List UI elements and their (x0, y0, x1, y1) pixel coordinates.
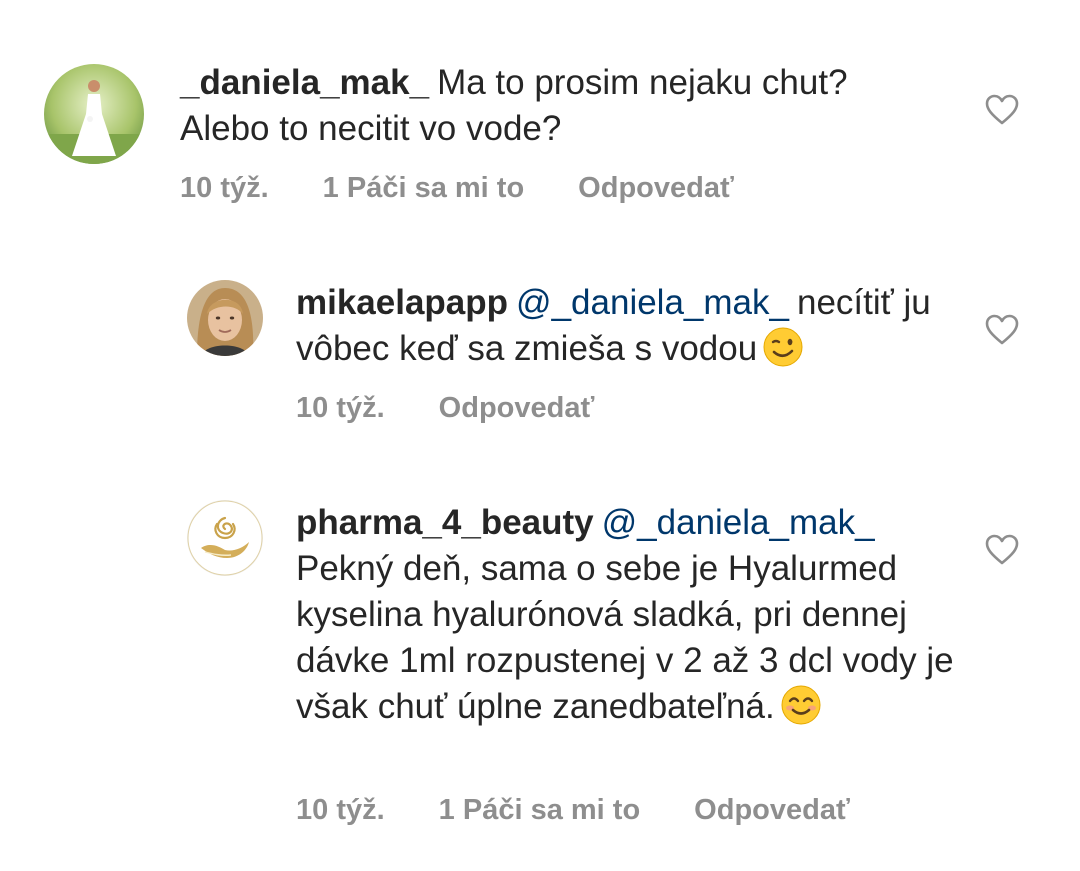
comment-username[interactable]: pharma_4_beauty (296, 503, 594, 542)
reply-button[interactable]: Odpovedať (578, 170, 734, 206)
comment-item: pharma_4_beauty @_daniela_mak_ Pekný deň, … (0, 460, 1080, 871)
reply-button[interactable]: Odpovedať (694, 792, 850, 828)
gold-rose-hand-logo-icon (187, 500, 263, 576)
comment-username[interactable]: mikaelapapp (296, 283, 508, 322)
heart-icon[interactable] (985, 94, 1019, 126)
winking-face-emoji-icon (763, 327, 803, 367)
comment-timestamp: 10 týž. (180, 172, 269, 204)
comment-likes-count[interactable]: 1 Páči sa mi to (439, 792, 641, 828)
comment-text: mikaelapapp @_daniela_mak_ necítiť ju vôbe… (296, 280, 956, 372)
comment-username[interactable]: _daniela_mak_ (180, 63, 429, 102)
comment-text: _daniela_mak_ Ma to prosim nejaku chut? A… (180, 60, 940, 152)
comment-meta: 10 týž. 1 Páči sa mi to Odpovedať (296, 792, 904, 828)
heart-icon[interactable] (985, 534, 1019, 566)
comment-meta: 10 týž. 1 Páči sa mi to Odpovedať (180, 170, 788, 206)
comment-timestamp: 10 týž. (296, 392, 385, 424)
avatar[interactable] (187, 500, 263, 576)
woman-portrait-avatar-icon (187, 280, 263, 356)
comment-mention[interactable]: @_daniela_mak_ (516, 283, 789, 322)
comment-item: _daniela_mak_ Ma to prosim nejaku chut? A… (0, 0, 1080, 230)
avatar[interactable] (44, 64, 144, 164)
comment-body: Pekný deň, sama o sebe je Hyalurmed kyse… (296, 549, 954, 726)
comment-likes-count[interactable]: 1 Páči sa mi to (323, 170, 525, 206)
comment-mention[interactable]: @_daniela_mak_ (602, 503, 875, 542)
reply-button[interactable]: Odpovedať (439, 390, 595, 426)
comment-meta: 10 týž. Odpovedať (296, 390, 648, 426)
comment-text: pharma_4_beauty @_daniela_mak_ Pekný deň, … (296, 500, 956, 730)
comment-item: mikaelapapp @_daniela_mak_ necítiť ju vôbe… (0, 230, 1080, 460)
comment-timestamp: 10 týž. (296, 794, 385, 826)
bride-photo-avatar-icon (44, 64, 144, 164)
heart-icon[interactable] (985, 314, 1019, 346)
smiling-face-emoji-icon (781, 685, 821, 725)
avatar[interactable] (187, 280, 263, 356)
